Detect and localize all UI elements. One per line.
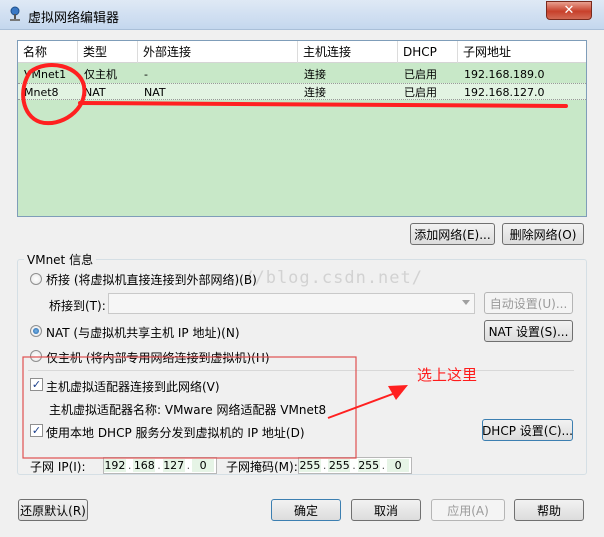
annotation-arrowhead xyxy=(388,385,408,400)
annotation-overlay xyxy=(21,62,568,459)
annotation-underline xyxy=(78,101,568,108)
annotation-arrow xyxy=(327,391,399,419)
annotation-box xyxy=(22,356,357,459)
annotation-circle xyxy=(21,62,87,126)
annotation-text: 选上这里 xyxy=(417,366,478,384)
